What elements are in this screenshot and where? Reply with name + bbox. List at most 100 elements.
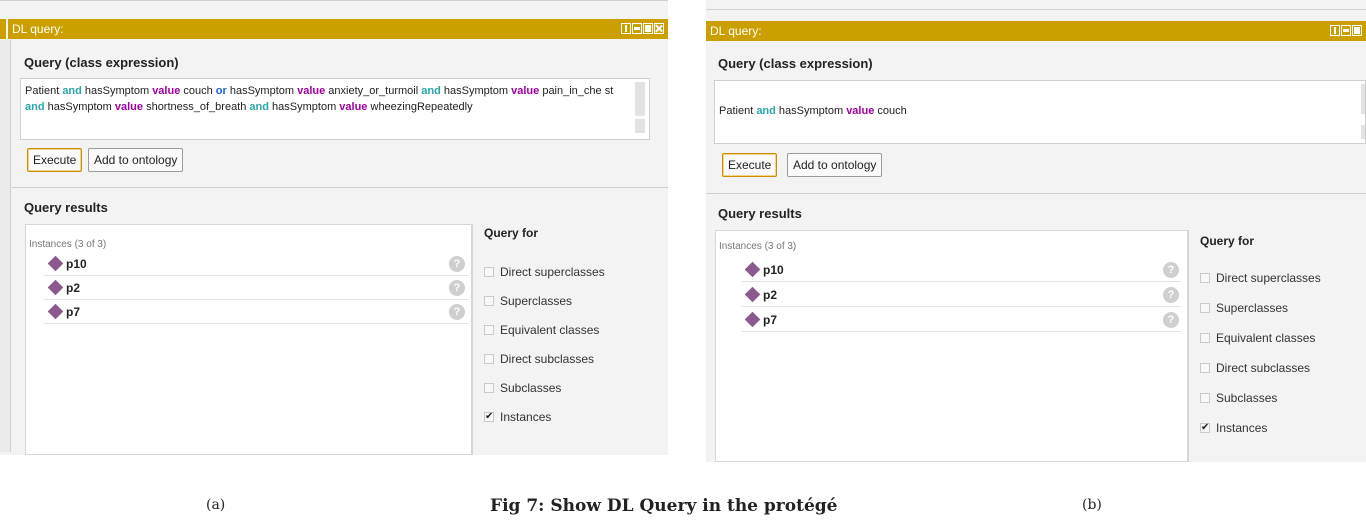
results-section-label: Query results — [24, 200, 108, 215]
add-to-ontology-button[interactable]: Add to ontology — [787, 153, 883, 177]
title-buttons — [621, 23, 664, 34]
keyword-value: value — [114, 101, 144, 113]
unchecked-checkbox[interactable] — [484, 325, 494, 335]
option-label: Subclasses — [1216, 391, 1278, 405]
keyword-value: value — [297, 85, 326, 97]
editor-scrollbar-track[interactable] — [1361, 125, 1365, 139]
figure-caption: Fig 7: Show DL Query in the protégé — [490, 496, 838, 516]
option-label: Superclasses — [500, 294, 573, 308]
class-expression-editor[interactable]: Patient and hasSymptom value couch — [714, 80, 1366, 144]
explain-icon[interactable]: ? — [449, 304, 465, 320]
keyword-value: value — [511, 85, 540, 97]
individual-icon — [47, 279, 64, 296]
keyword-value: value — [152, 85, 181, 97]
keyword-value: value — [339, 101, 368, 113]
view-title: DL query: — [710, 24, 762, 38]
minimize-view-button[interactable] — [1341, 25, 1351, 36]
instance-label: p7 — [763, 313, 778, 327]
checked-checkbox[interactable]: ✔ — [1200, 423, 1210, 433]
execute-button[interactable]: Execute — [27, 148, 83, 172]
minimize-view-button[interactable] — [632, 23, 642, 34]
editor-scrollbar-track[interactable] — [635, 119, 645, 133]
unchecked-checkbox[interactable] — [1200, 273, 1210, 283]
instance-label: p10 — [763, 263, 784, 277]
maximize-view-button[interactable] — [1352, 25, 1362, 36]
explain-icon[interactable]: ? — [1163, 287, 1179, 303]
editor-scrollbar-thumb[interactable] — [1361, 84, 1365, 114]
expression-token: hasSymptom — [226, 85, 298, 97]
instance-row[interactable]: p10? — [741, 259, 1181, 282]
expression-token: hasSymptom — [81, 85, 153, 97]
expression-token: hasSymptom — [268, 101, 340, 113]
expression-token: Patient — [719, 105, 757, 117]
title-buttons — [1330, 25, 1362, 36]
individual-icon — [744, 261, 761, 278]
expression-token: wheezingRepeatedly — [367, 101, 473, 113]
unchecked-checkbox[interactable] — [484, 354, 494, 364]
keyword-and: and — [756, 105, 776, 117]
expression-token: couch — [180, 85, 216, 97]
instance-row[interactable]: p7? — [44, 301, 469, 324]
keyword-and: and — [62, 85, 82, 97]
instance-label: p2 — [763, 288, 778, 302]
results-count: Instances (3 of 3) — [719, 241, 797, 252]
view-title: DL query: — [12, 22, 64, 36]
tile-view-button[interactable] — [1330, 25, 1340, 36]
checked-checkbox[interactable]: ✔ — [484, 412, 494, 422]
explain-icon[interactable]: ? — [1163, 312, 1179, 328]
caption-a: (a) — [206, 497, 226, 513]
unchecked-checkbox[interactable] — [1200, 393, 1210, 403]
query-for-title: Query for — [1200, 234, 1255, 248]
section-divider — [706, 193, 1366, 194]
option-label: Subclasses — [500, 381, 562, 395]
add-to-ontology-button[interactable]: Add to ontology — [88, 148, 184, 172]
instance-row[interactable]: p10? — [44, 253, 469, 276]
unchecked-checkbox[interactable] — [484, 383, 494, 393]
explain-icon[interactable]: ? — [449, 280, 465, 296]
option-label: Direct superclasses — [1216, 271, 1321, 285]
expression-token: hasSymptom — [775, 105, 847, 117]
close-view-button[interactable] — [654, 23, 664, 34]
instance-label: p10 — [66, 257, 87, 271]
query-section-label: Query (class expression) — [718, 56, 873, 71]
execute-button[interactable]: Execute — [722, 153, 778, 177]
tile-view-button[interactable] — [621, 23, 631, 34]
expression-token: hasSymptom — [44, 101, 115, 113]
instance-label: p7 — [66, 305, 81, 319]
unchecked-checkbox[interactable] — [484, 296, 494, 306]
query-section-label: Query (class expression) — [24, 55, 179, 70]
class-expression-editor[interactable]: Patient and hasSymptom value couch or ha… — [20, 78, 650, 140]
query-for-divider — [1188, 230, 1189, 462]
unchecked-checkbox[interactable] — [1200, 333, 1210, 343]
results-count: Instances (3 of 3) — [29, 239, 107, 250]
dl-query-panel-a: DL query: Query (class expression) Patie… — [0, 0, 668, 455]
keyword-and: and — [421, 85, 441, 97]
option-label: Instances — [500, 410, 552, 424]
query-results-list[interactable]: Instances (3 of 3) p10? p2? p7? — [715, 230, 1188, 462]
query-results-list[interactable]: Instances (3 of 3) p10? p2? p7? — [25, 224, 472, 455]
option-label: Direct subclasses — [1216, 361, 1311, 375]
option-label: Direct superclasses — [500, 265, 605, 279]
unchecked-checkbox[interactable] — [1200, 303, 1210, 313]
option-label: Direct subclasses — [500, 352, 595, 366]
maximize-view-button[interactable] — [643, 23, 653, 34]
unchecked-checkbox[interactable] — [484, 267, 494, 277]
instance-row[interactable]: p7? — [741, 309, 1181, 332]
instance-row[interactable]: p2? — [44, 277, 469, 300]
option-label: Equivalent classes — [1216, 331, 1316, 345]
unchecked-checkbox[interactable] — [1200, 363, 1210, 373]
individual-icon — [744, 286, 761, 303]
dl-query-panel-b: DL query: Query (class expression) Patie… — [706, 0, 1366, 462]
editor-scrollbar-thumb[interactable] — [635, 82, 645, 116]
keyword-and: and — [249, 101, 269, 113]
explain-icon[interactable]: ? — [449, 256, 465, 272]
expression-token: Patient — [25, 85, 63, 97]
expression-token: pain_in_che st — [539, 85, 614, 97]
query-for-divider — [472, 224, 473, 455]
keyword-or: or — [215, 85, 227, 97]
instance-label: p2 — [66, 281, 81, 295]
explain-icon[interactable]: ? — [1163, 262, 1179, 278]
instance-row[interactable]: p2? — [741, 284, 1181, 307]
individual-icon — [47, 303, 64, 320]
left-sidebar-strip — [0, 40, 11, 452]
